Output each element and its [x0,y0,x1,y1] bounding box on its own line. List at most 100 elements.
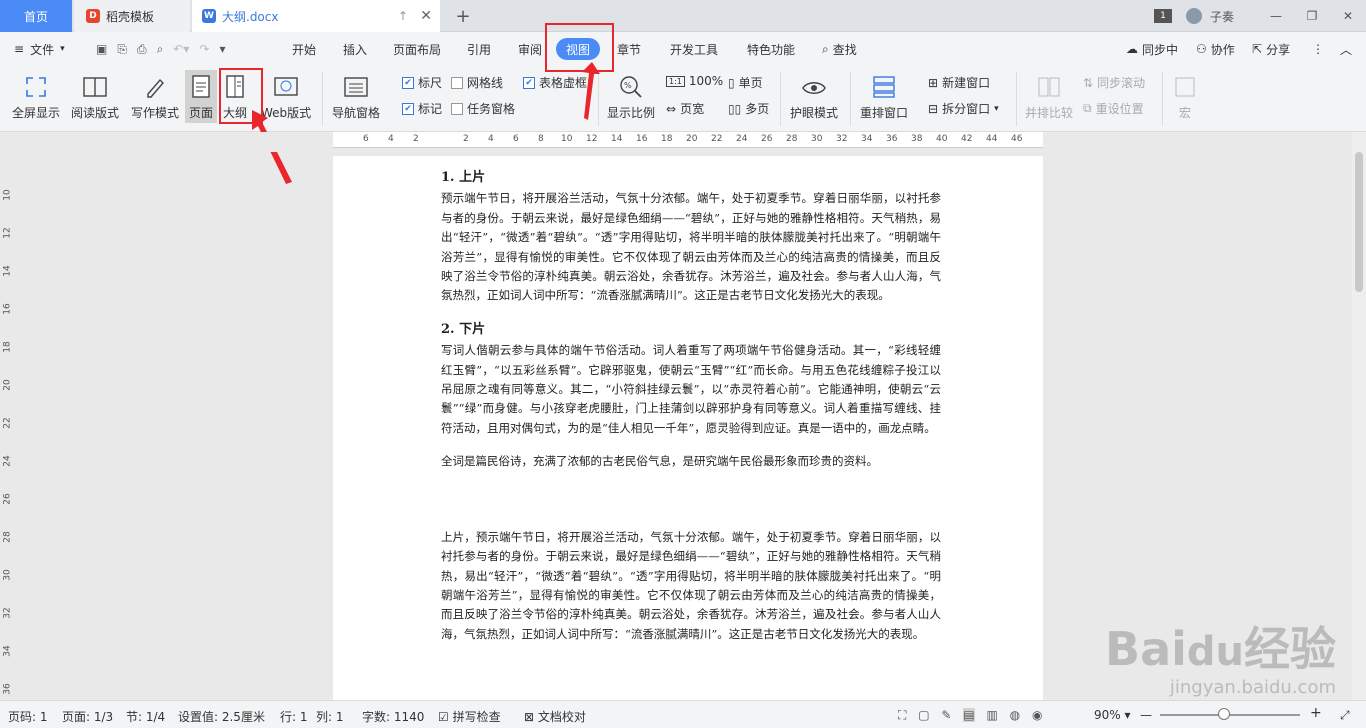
zoom-out-button[interactable]: — [1140,708,1152,722]
document-page[interactable]: 1. 上片 预示端午节日，将开展浴兰活动，气氛十分浓郁。端午，处于初夏季节。穿着… [333,156,1043,700]
writing-mode-button[interactable]: 写作模式 [131,74,179,121]
menu-developer[interactable]: 开发工具 [670,32,718,66]
status-page-number[interactable]: 页码: 1 [8,708,48,725]
paragraph[interactable]: 全词是篇民俗诗，充满了浓郁的古老民俗气息，是研究端午民俗最形象而珍贵的资料。 [441,452,941,471]
zoom-slider-handle[interactable] [1218,708,1230,720]
multi-page-label: 多页 [745,102,770,116]
customize-icon[interactable]: ▾ [219,42,225,56]
print-preview-icon[interactable]: ⌕ [157,42,164,57]
reset-position-button[interactable]: ⧉ 重设位置 [1083,100,1144,117]
vertical-scrollbar[interactable] [1352,132,1366,700]
spell-check-button[interactable]: ☑ 拼写检查 [438,708,501,725]
outline-icon[interactable]: ▥ [986,708,997,722]
more-icon[interactable]: ⋮ [1312,32,1324,66]
status-word-count[interactable]: 字数: 1140 [362,708,424,725]
search-button[interactable]: ⌕ 查找 [822,32,857,66]
collapse-ribbon-icon[interactable]: ︿ [1340,32,1352,66]
paragraph[interactable]: 写词人偕朝云参与具体的端午节俗活动。词人着重写了两项端午节俗健身活动。其一，“彩… [441,341,941,438]
pen-icon[interactable]: ✎ [941,708,951,722]
taskpane-checkbox[interactable]: 任务窗格 [451,100,515,117]
reading-mode-button[interactable]: 阅读版式 [71,74,119,121]
split-window-icon: ⊟ [928,101,939,116]
page-icon[interactable]: ▤ [963,708,975,722]
username[interactable]: 子奏 [1210,8,1234,25]
ruler-tick-label: 12 [2,227,13,239]
baidu-watermark: Baidu经验 jingyan.baidu.com [1105,622,1336,698]
fullscreen-button[interactable]: 全屏显示 [12,74,60,121]
eye-care-button[interactable]: 护眼模式 [790,74,838,121]
vertical-ruler[interactable]: 10 12 14 16 18 20 22 24 26 28 30 32 34 36 [0,152,18,700]
export-pdf-icon[interactable]: ⎘ [117,42,127,57]
multi-page-button[interactable]: ▯▯ 多页 [728,100,769,117]
mark-checkbox[interactable]: ✔ 标记 [402,100,442,117]
document-content[interactable]: 1. 上片 预示端午节日，将开展浴兰活动，气氛十分浓郁。端午，处于初夏季节。穿着… [441,168,941,658]
eye-icon[interactable]: ◉ [1032,708,1042,722]
ruler-tick-label: 16 [2,303,13,315]
share-button[interactable]: ⇱ 分享 [1252,32,1290,66]
macro-button[interactable]: 宏 [1172,74,1198,121]
nav-pane-button[interactable]: 导航窗格 [332,74,380,121]
menu-review[interactable]: 审阅 [518,32,542,66]
gridline-checkbox[interactable]: 网格线 [451,74,503,91]
single-page-button[interactable]: ▯ 单页 [728,74,763,91]
status-section[interactable]: 节: 1/4 [126,708,165,725]
menu-insert[interactable]: 插入 [343,32,367,66]
globe-icon[interactable]: ◍ [1010,708,1020,722]
split-window-label: 拆分窗口 [942,102,991,116]
ruler-checkbox[interactable]: ✔ 标尺 [402,74,442,91]
new-window-icon: ⊞ [928,75,939,90]
zoom-ratio-button[interactable]: % 显示比例 [607,74,655,121]
status-column[interactable]: 列: 1 [316,708,344,725]
new-tab-button[interactable]: + [448,0,478,32]
writing-mode-label: 写作模式 [131,106,180,120]
split-window-button[interactable]: ⊟ 拆分窗口 ▾ [928,100,999,117]
minimize-icon[interactable]: — [1258,9,1294,23]
paragraph[interactable]: 上片，预示端午节日，将开展浴兰活动，气氛十分浓郁。端午，处于初夏季节。穿着日丽华… [441,528,941,644]
tab-home[interactable]: 首页 [0,0,72,32]
sync-scroll-button[interactable]: ⇅ 同步滚动 [1083,74,1145,91]
close-icon[interactable]: ✕ [420,8,432,24]
paragraph[interactable]: 预示端午节日，将开展浴兰活动，气氛十分浓郁。端午，处于初夏季节。穿着日丽华丽，以… [441,189,941,305]
rearrange-window-button[interactable]: 重排窗口 [860,74,908,121]
undo-icon[interactable]: ↶▾ [173,42,189,56]
window-count-badge[interactable]: 1 [1153,9,1172,23]
zoom-in-button[interactable]: + [1310,705,1322,721]
proofread-button[interactable]: ⊠ 文档校对 [524,708,586,725]
menu-special[interactable]: 特色功能 [747,32,795,66]
scrollbar-thumb[interactable] [1355,152,1363,292]
heading-1[interactable]: 1. 上片 [441,168,941,187]
menu-start[interactable]: 开始 [292,32,316,66]
print-icon[interactable]: ⎙ [137,42,147,57]
expand-icon[interactable]: ⤢ [1340,708,1350,723]
status-setting[interactable]: 设置值: 2.5厘米 [178,708,265,725]
side-by-side-button[interactable]: 并排比较 [1025,74,1073,121]
fullscreen-icon[interactable]: ⛶ [898,708,906,722]
horizontal-ruler[interactable]: 6 4 2 2 4 6 8 10 12 14 16 18 20 22 24 26 28 30 32 34 36 38 40 4… [0,132,1366,152]
ruler-tick-label: 20 [2,379,13,391]
sync-button[interactable]: ☁ 同步中 [1126,32,1178,66]
status-row[interactable]: 行: 1 [280,708,308,725]
restore-icon[interactable]: ❐ [1294,9,1330,23]
heading-2[interactable]: 2. 下片 [441,320,941,339]
page-view-button[interactable]: 页面 [185,70,217,123]
save-icon[interactable]: ▣ [96,42,107,56]
menu-layout[interactable]: 页面布局 [393,32,441,66]
page-width-button[interactable]: ⇔ 页宽 [666,100,704,117]
file-menu[interactable]: ≡ 文件 ▾ [14,32,65,66]
avatar[interactable] [1185,8,1202,24]
new-window-button[interactable]: ⊞ 新建窗口 [928,74,990,91]
redo-icon[interactable]: ↷ [199,42,209,56]
zoom-100-button[interactable]: 1:1 100% [666,74,723,88]
zoom-slider-track[interactable] [1160,714,1300,716]
collab-button[interactable]: ⚇ 协作 [1196,32,1235,66]
menu-chapter[interactable]: 章节 [617,32,641,66]
tab-daoke-templates[interactable]: D 稻壳模板 [74,0,190,32]
menu-references[interactable]: 引用 [467,32,491,66]
nav-pane-icon [343,74,369,100]
status-pages[interactable]: 页面: 1/3 [62,708,113,725]
close-window-icon[interactable]: ✕ [1330,9,1366,23]
arrow-up-icon[interactable]: ↑ [398,9,408,23]
book-icon[interactable]: ▢ [918,708,929,722]
tab-document[interactable]: W 大纲.docx ↑ ✕ [192,0,440,32]
zoom-value[interactable]: 90% ▾ [1094,708,1131,722]
